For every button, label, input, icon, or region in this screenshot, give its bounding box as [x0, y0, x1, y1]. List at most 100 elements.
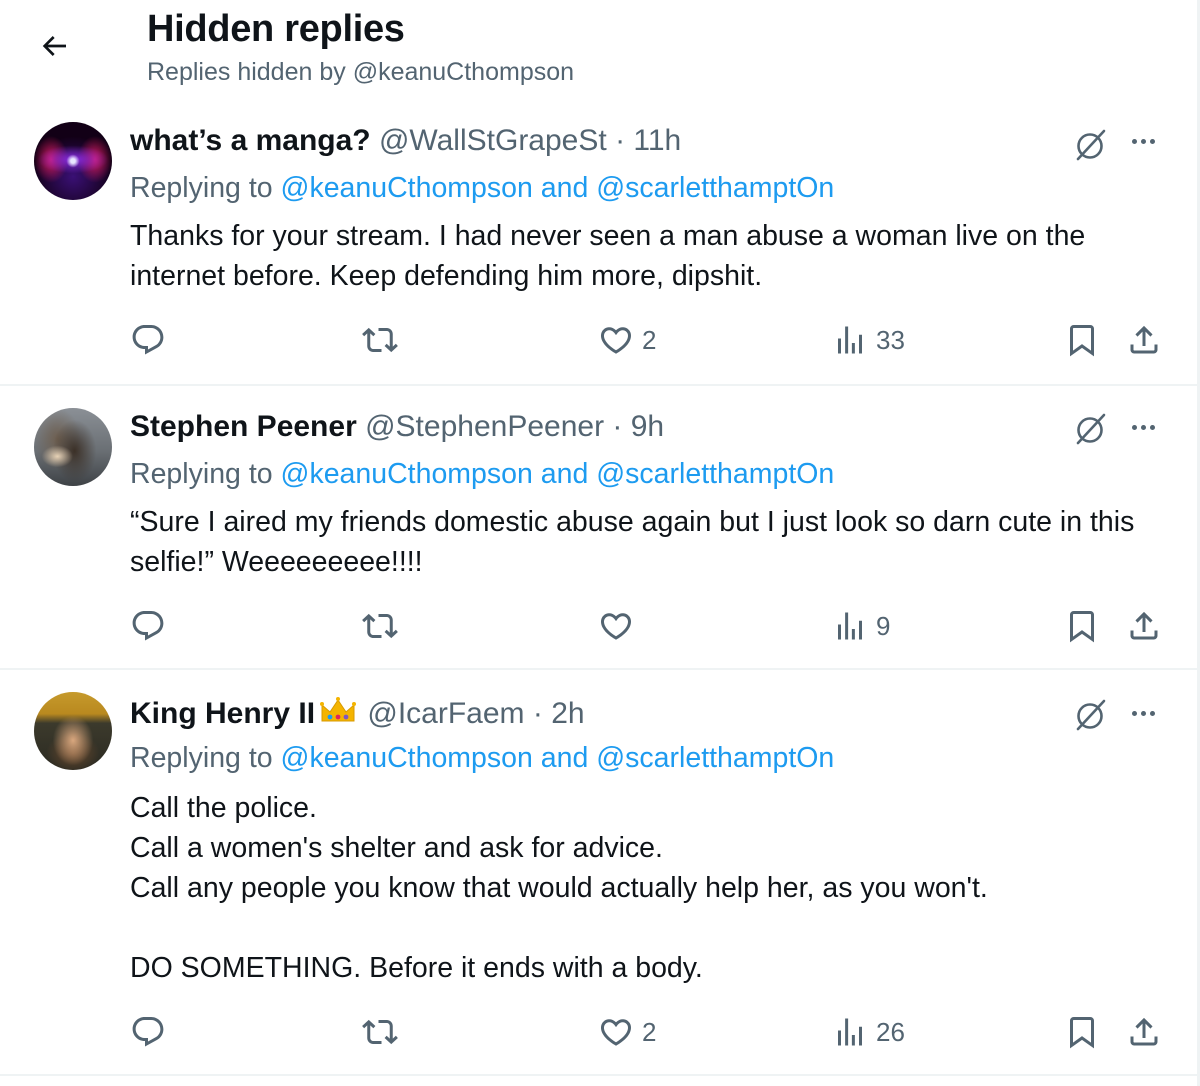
reply-button[interactable] [130, 1010, 174, 1054]
replying-to: Replying to @keanuCthompson and @scarlet… [130, 458, 834, 491]
views-button[interactable]: 9 [832, 604, 890, 648]
unhide-reply-button[interactable] [1068, 694, 1112, 738]
dot-icon [1141, 711, 1146, 716]
like-button[interactable]: 2 [598, 318, 656, 362]
replying-prefix: Replying to [130, 742, 281, 774]
views-chart-icon [838, 326, 862, 354]
avatar[interactable] [34, 408, 112, 486]
reply-icon [132, 611, 164, 641]
views-button[interactable]: 33 [832, 318, 905, 362]
mention-link[interactable]: @scarletthamptOn [596, 458, 834, 490]
hidden-eye-slash-icon [1076, 413, 1106, 445]
hidden-replies-page: Hidden replies Replies hidden by @keanuC… [0, 0, 1200, 1086]
tweet-header: King Henry II @IcarFaem · 2h [130, 696, 585, 734]
tweet-header: Stephen Peener @StephenPeener · 9h [130, 410, 664, 444]
view-count: 9 [876, 610, 891, 641]
bookmark-button[interactable] [1064, 604, 1100, 648]
hidden-eye-slash-icon [1076, 699, 1106, 731]
share-icon [1130, 325, 1158, 354]
like-count: 2 [642, 1016, 657, 1047]
share-icon [1130, 1017, 1158, 1046]
views-button[interactable]: 26 [832, 1010, 905, 1054]
bookmark-icon [1070, 1017, 1094, 1049]
replying-to: Replying to @keanuCthompson and @scarlet… [130, 742, 834, 775]
heart-icon [600, 613, 632, 640]
view-count: 26 [876, 1016, 905, 1047]
more-options-button[interactable] [1122, 120, 1166, 164]
tweet-actions: 2 33 [0, 318, 1197, 362]
mention-link[interactable]: @keanuCthompson [281, 458, 533, 490]
tweet-text: Call the police. Call a women's shelter … [130, 792, 988, 984]
bookmark-icon [1070, 611, 1094, 643]
mention-link[interactable]: @keanuCthompson [281, 742, 533, 774]
user-handle[interactable]: @WallStGrapeSt [379, 124, 607, 157]
tweet[interactable]: King Henry II @IcarFaem · 2h Replying to… [0, 670, 1197, 1076]
page-header: Hidden replies Replies hidden by @keanuC… [0, 0, 1197, 110]
reply-icon [132, 325, 164, 355]
replying-and: and [532, 742, 597, 774]
dot-icon [1150, 425, 1155, 430]
mention-link[interactable]: @scarletthamptOn [596, 742, 834, 774]
page-subtitle: Replies hidden by @keanuCthompson [147, 58, 575, 86]
bookmark-button[interactable] [1064, 1010, 1100, 1054]
unhide-reply-button[interactable] [1068, 124, 1112, 168]
display-name[interactable]: what’s a manga? [130, 124, 371, 157]
tweet-actions: 9 [0, 604, 1197, 648]
views-chart-icon [838, 1018, 862, 1046]
tweet-text: “Sure I aired my friends domestic abuse … [130, 506, 1135, 578]
tweet-time[interactable]: · 11h [615, 124, 681, 157]
tweet-time[interactable]: · 2h [533, 697, 585, 730]
page-title: Hidden replies [147, 8, 405, 50]
tweet-actions: 2 26 [0, 1010, 1197, 1054]
retweet-icon [362, 327, 398, 353]
arrow-left-icon [42, 36, 66, 56]
tweet[interactable]: what’s a manga? @WallStGrapeSt · 11h Rep… [0, 110, 1197, 386]
view-count: 33 [876, 324, 905, 355]
retweet-button[interactable] [362, 318, 406, 362]
tweet[interactable]: Stephen Peener @StephenPeener · 9h Reply… [0, 386, 1197, 670]
like-button[interactable]: 2 [598, 1010, 656, 1054]
dot-icon [1132, 711, 1137, 716]
tweet-time[interactable]: · 9h [612, 410, 664, 443]
share-button[interactable] [1126, 604, 1162, 648]
reply-icon [132, 1017, 164, 1047]
share-icon [1130, 611, 1158, 640]
unhide-reply-button[interactable] [1068, 408, 1112, 452]
user-handle[interactable]: @IcarFaem [367, 697, 524, 730]
dot-icon [1132, 425, 1137, 430]
avatar[interactable] [34, 122, 112, 200]
heart-icon [600, 327, 632, 354]
back-button[interactable] [28, 20, 80, 72]
like-button[interactable] [598, 604, 642, 648]
share-button[interactable] [1126, 1010, 1162, 1054]
dot-icon [1132, 139, 1137, 144]
retweet-button[interactable] [362, 604, 406, 648]
user-handle[interactable]: @StephenPeener [365, 410, 604, 443]
retweet-button[interactable] [362, 1010, 406, 1054]
dot-icon [1141, 425, 1146, 430]
mention-link[interactable]: @scarletthamptOn [596, 172, 834, 204]
dot-icon [1141, 139, 1146, 144]
tweet-text: Thanks for your stream. I had never seen… [130, 220, 1086, 292]
retweet-icon [362, 613, 398, 639]
more-options-button[interactable] [1122, 692, 1166, 736]
tweet-header: what’s a manga? @WallStGrapeSt · 11h [130, 124, 681, 158]
display-name[interactable]: King Henry II [130, 697, 315, 730]
more-options-button[interactable] [1122, 406, 1166, 450]
replying-prefix: Replying to [130, 172, 281, 204]
mention-link[interactable]: @keanuCthompson [281, 172, 533, 204]
display-name[interactable]: Stephen Peener [130, 410, 357, 443]
bookmark-button[interactable] [1064, 318, 1100, 362]
heart-icon [600, 1019, 632, 1046]
avatar[interactable] [34, 692, 112, 770]
reply-button[interactable] [130, 604, 174, 648]
hidden-eye-slash-icon [1076, 129, 1106, 161]
replying-prefix: Replying to [130, 458, 281, 490]
share-button[interactable] [1126, 318, 1162, 362]
replying-to: Replying to @keanuCthompson and @scarlet… [130, 172, 834, 205]
crown-emoji-icon [319, 696, 357, 734]
dot-icon [1150, 711, 1155, 716]
dot-icon [1150, 139, 1155, 144]
reply-button[interactable] [130, 318, 174, 362]
replying-and: and [532, 458, 597, 490]
